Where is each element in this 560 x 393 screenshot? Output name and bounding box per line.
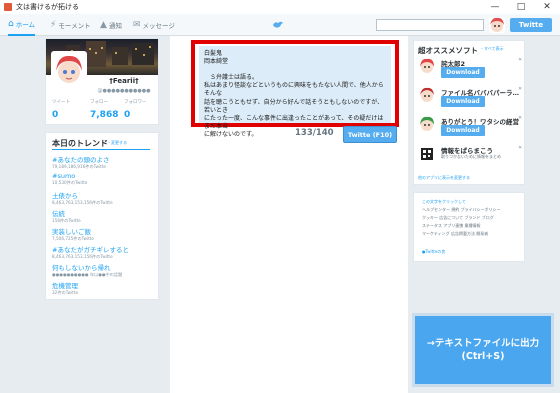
recommend-item: ありがとう！ワタシの経営 Download ✕ xyxy=(418,115,526,145)
dismiss-icon[interactable]: ✕ xyxy=(518,115,522,121)
trend-count: 7,506,725件のTwitte xyxy=(52,236,94,241)
dismiss-icon[interactable]: ✕ xyxy=(518,57,522,63)
trend-tag[interactable]: 伝統 xyxy=(52,208,156,218)
trend-item[interactable]: 実装しいご飯 7,506,725件のTwitte xyxy=(52,226,156,242)
home-icon: ⌂ xyxy=(8,19,14,29)
title-bar: 文は書けるが拓ける — □ ✕ xyxy=(0,0,560,14)
app-window: 文は書けるが拓ける — □ ✕ ⌂ ホーム ⚡ モーメント ▲ 通知 ✉ メッセ… xyxy=(0,0,560,393)
app-avatar-icon xyxy=(418,57,436,75)
tweet-button[interactable]: Twitte xyxy=(510,18,552,32)
export-text-button[interactable]: →テキストファイルに出力 (Ctrl+S) xyxy=(412,313,554,387)
qr-icon xyxy=(418,145,436,163)
tab-messages[interactable]: ✉ メッセージ xyxy=(133,14,175,36)
trend-tag[interactable]: #あなたがガチギレすると xyxy=(52,244,156,254)
trend-count: 8,463,763,153,156件のTwitte xyxy=(52,254,113,259)
profile-handle: @●●●●●●●●●●● xyxy=(97,88,151,94)
footer-links-row[interactable]: ヘルプセンター 規約 プライバシーポリシー xyxy=(422,207,500,213)
maximize-button[interactable]: □ xyxy=(508,0,534,14)
trend-count: 10,530件のTwitte xyxy=(52,180,88,185)
window-controls: — □ ✕ xyxy=(482,0,560,14)
trend-tag[interactable]: #sumo xyxy=(52,172,156,180)
profile-card: †Fearii† @●●●●●●●●●●● ツイート フォロー フォロワー 0 … xyxy=(45,38,159,125)
footer-twitte-link[interactable]: ●Twitteの良 xyxy=(422,249,445,255)
trend-tag[interactable]: 危機管理 xyxy=(52,280,156,290)
trend-count: 32件のTwitte xyxy=(52,290,79,295)
nav-avatar[interactable] xyxy=(489,17,505,33)
trend-item[interactable]: 土俵から 8,463,763,153,156件のTwitte xyxy=(52,190,156,206)
trend-tag[interactable]: #あなたの頭のよさ xyxy=(52,154,156,164)
trend-item[interactable]: #あなたがガチギレすると 8,463,763,153,156件のTwitte xyxy=(52,244,156,260)
footer-copyright-link[interactable]: この文字をクリックして xyxy=(422,199,466,205)
recommend-title: 超オススメソフト xyxy=(418,46,478,55)
trends-change-link[interactable]: ・変更する xyxy=(107,140,127,146)
footer-links-row[interactable]: ステータス アプリ連携 業種情報 xyxy=(422,223,481,229)
nav-bar: ⌂ ホーム ⚡ モーメント ▲ 通知 ✉ メッセージ Twitte xyxy=(0,14,560,36)
recommend-item: 詫太郎2 Download ✕ xyxy=(418,57,526,87)
trend-item[interactable]: 何もしないから帰れ ●●●●●●●●●● 年以●●中の話題 xyxy=(52,262,156,278)
bell-icon: ▲ xyxy=(100,20,107,30)
stat-tweets-label: ツイート xyxy=(52,100,70,105)
recommend-item: ファイル名バババパーラ… Download ✕ xyxy=(418,86,526,116)
compose-textarea[interactable]: 白髪鬼 岡本綺堂 Ｓ弁護士は語る。 私はあまり怪談などというものに興味をもたない… xyxy=(199,46,391,138)
profile-name[interactable]: †Fearii† xyxy=(90,77,158,85)
tab-messages-label: メッセージ xyxy=(142,22,175,30)
trend-item[interactable]: 伝統 156件のTwitte xyxy=(52,208,156,224)
compose-column: 白髪鬼 岡本綺堂 Ｓ弁護士は語る。 私はあまり怪談などというものに興味をもたない… xyxy=(170,36,408,393)
tab-notifications[interactable]: ▲ 通知 xyxy=(100,14,122,36)
profile-avatar[interactable] xyxy=(51,51,87,87)
stat-followers-label: フォロワー xyxy=(124,100,147,105)
trend-item[interactable]: #あなたの頭のよさ 79,189,186,916件のTwitte xyxy=(52,154,156,170)
recommend-card: 超オススメソフト ・すべて表示 詫太郎2 Download ✕ ファイル名バババ… xyxy=(413,40,525,185)
export-label: →テキストファイルに出力 (Ctrl+S) xyxy=(426,337,540,362)
envelope-icon: ✉ xyxy=(133,20,141,30)
stat-following-value[interactable]: 7,868 xyxy=(90,110,118,120)
character-counter: 133/140 xyxy=(295,128,334,138)
info-item: 情報をぱらまこう 取りつかないために情報をまとめ ✕ xyxy=(418,145,526,175)
download-button[interactable]: Download xyxy=(441,96,485,107)
tab-home-label: ホーム xyxy=(15,21,36,29)
trend-count: 79,189,186,916件のTwitte xyxy=(52,164,106,169)
trend-item[interactable]: 危機管理 32件のTwitte xyxy=(52,280,156,296)
bird-logo-icon xyxy=(273,21,283,28)
footer-links-row[interactable]: クッキー 広告について ブランド ブログ xyxy=(422,215,494,221)
download-button[interactable]: Download xyxy=(441,67,485,78)
info-subtitle: 取りつかないために情報をまとめ xyxy=(441,154,502,159)
trend-count: ●●●●●●●●●● 年以●●中の話題 xyxy=(52,272,123,277)
trends-card: 本日のトレンド ・変更する #あなたの頭のよさ 79,189,186,916件の… xyxy=(45,132,159,300)
window-title: 文は書けるが拓ける xyxy=(16,3,79,11)
download-button[interactable]: Download xyxy=(441,125,485,136)
tab-moments-label: モーメント xyxy=(58,22,91,30)
trend-count: 156件のTwitte xyxy=(52,218,81,223)
search-input[interactable] xyxy=(376,19,484,31)
close-button[interactable]: ✕ xyxy=(534,0,560,14)
trends-title: 本日のトレンド xyxy=(52,139,108,148)
lightning-icon: ⚡ xyxy=(50,20,57,30)
trend-item[interactable]: #sumo 10,530件のTwitte xyxy=(52,172,156,186)
app-avatar-icon xyxy=(418,115,436,133)
trend-tag[interactable]: 実装しいご飯 xyxy=(52,226,156,236)
app-avatar-icon xyxy=(418,86,436,104)
stat-following-label: フォロー xyxy=(90,100,108,105)
trend-tag[interactable]: 何もしないから帰れ xyxy=(52,262,156,272)
tab-moments[interactable]: ⚡ モーメント xyxy=(50,14,91,36)
minimize-button[interactable]: — xyxy=(482,0,508,14)
stat-tweets-value[interactable]: 0 xyxy=(52,110,58,120)
dismiss-icon[interactable]: ✕ xyxy=(518,145,522,151)
trend-count: 8,463,763,153,156件のTwitte xyxy=(52,200,113,205)
footer-links-row[interactable]: マーケティング 広告掲載方法 開発者 xyxy=(422,231,488,237)
submit-tweet-button[interactable]: Twitte (F10) xyxy=(343,126,397,143)
trends-divider xyxy=(52,149,150,150)
tab-home[interactable]: ⌂ ホーム xyxy=(8,14,36,36)
other-apps-link[interactable]: 他のアプリに表示を変更する xyxy=(418,175,470,181)
trend-tag[interactable]: 土俵から xyxy=(52,190,156,200)
stat-followers-value[interactable]: 0 xyxy=(124,110,130,120)
app-icon xyxy=(4,3,12,11)
footer-card: この文字をクリックして ヘルプセンター 規約 プライバシーポリシー クッキー 広… xyxy=(413,192,525,262)
compose-highlight: 白髪鬼 岡本綺堂 Ｓ弁護士は語る。 私はあまり怪談などというものに興味をもたない… xyxy=(191,40,399,138)
recommend-change-link[interactable]: ・すべて表示 xyxy=(480,46,504,52)
dismiss-icon[interactable]: ✕ xyxy=(518,86,522,92)
tab-notifications-label: 通知 xyxy=(108,22,122,30)
